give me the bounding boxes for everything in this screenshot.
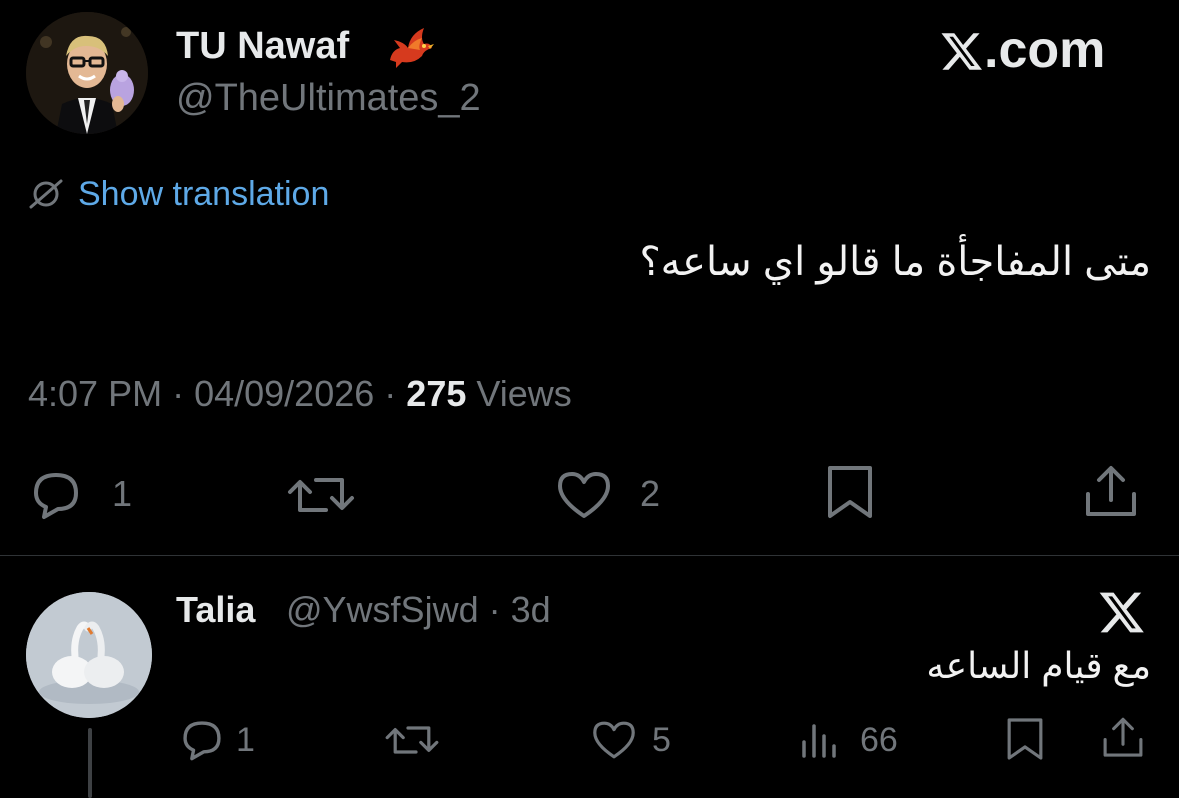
like-button[interactable] — [554, 470, 614, 520]
reply-count: 1 — [112, 473, 133, 514]
reply-views-button[interactable] — [800, 720, 840, 760]
reply-icon — [34, 473, 78, 519]
show-translation-link[interactable]: Show translation — [26, 172, 329, 216]
meta-separator: · — [384, 373, 407, 414]
reply-reply-count: 1 — [236, 721, 255, 759]
heart-icon — [558, 472, 610, 518]
x-logo-icon — [940, 29, 984, 73]
reply-author-avatar[interactable] — [26, 592, 152, 718]
reply-author-handle[interactable]: @YwsfSjwd — [286, 589, 479, 630]
reply-meta: @YwsfSjwd · 3d — [286, 588, 551, 632]
like-count: 2 — [640, 473, 661, 514]
reply-views-count: 66 — [860, 721, 898, 759]
tweet-time[interactable]: 4:07 PM — [28, 373, 162, 414]
repost-button[interactable] — [286, 470, 356, 520]
meta-separator: · — [172, 373, 195, 414]
repost-icon — [288, 478, 354, 512]
reply-like-button[interactable] — [590, 720, 638, 760]
reply-button[interactable] — [28, 469, 84, 521]
brand-domain: .com — [984, 21, 1106, 79]
show-translation-label: Show translation — [78, 175, 330, 213]
repost-icon — [385, 726, 439, 754]
share-button[interactable] — [1084, 464, 1138, 520]
reply-age[interactable]: 3d — [511, 589, 551, 630]
views-chart-icon — [802, 724, 836, 758]
author-avatar[interactable] — [26, 12, 148, 134]
reply-text: مع قيام الساعه — [926, 645, 1151, 686]
share-icon — [1103, 717, 1143, 757]
avatar-photo — [26, 592, 152, 718]
author-handle[interactable]: @TheUltimates_2 — [176, 74, 481, 122]
brand-logo: .com — [940, 22, 1105, 78]
tweet-text: متى المفاجأة ما قالو اي ساعه؟ — [639, 240, 1151, 284]
tweet-date[interactable]: 04/09/2026 — [194, 373, 374, 414]
reply-icon — [183, 721, 221, 761]
views-label: Views — [476, 373, 572, 414]
red-bird-emoji-icon — [384, 24, 434, 68]
divider — [0, 555, 1179, 556]
bookmark-icon — [828, 466, 872, 518]
author-name[interactable]: TU Nawaf — [176, 22, 349, 70]
share-icon — [1086, 466, 1136, 516]
reply-author-name[interactable]: Talia — [176, 588, 255, 632]
reply-share-button[interactable] — [1102, 716, 1144, 760]
reply-reply-button[interactable] — [178, 718, 226, 762]
meta-separator: · — [488, 589, 511, 630]
bookmark-icon — [1007, 718, 1043, 760]
x-logo-icon — [1098, 588, 1146, 636]
reply-bookmark-button[interactable] — [1006, 716, 1044, 762]
reply-like-count: 5 — [652, 721, 671, 759]
thread-line — [88, 728, 92, 798]
translate-icon — [26, 174, 66, 214]
bookmark-button[interactable] — [826, 464, 874, 520]
avatar-photo — [26, 12, 148, 134]
reply-repost-button[interactable] — [384, 720, 440, 760]
heart-icon — [593, 721, 635, 759]
views-count: 275 — [406, 373, 467, 414]
tweet-meta: 4:07 PM · 04/09/2026 · 275 Views — [28, 370, 572, 418]
